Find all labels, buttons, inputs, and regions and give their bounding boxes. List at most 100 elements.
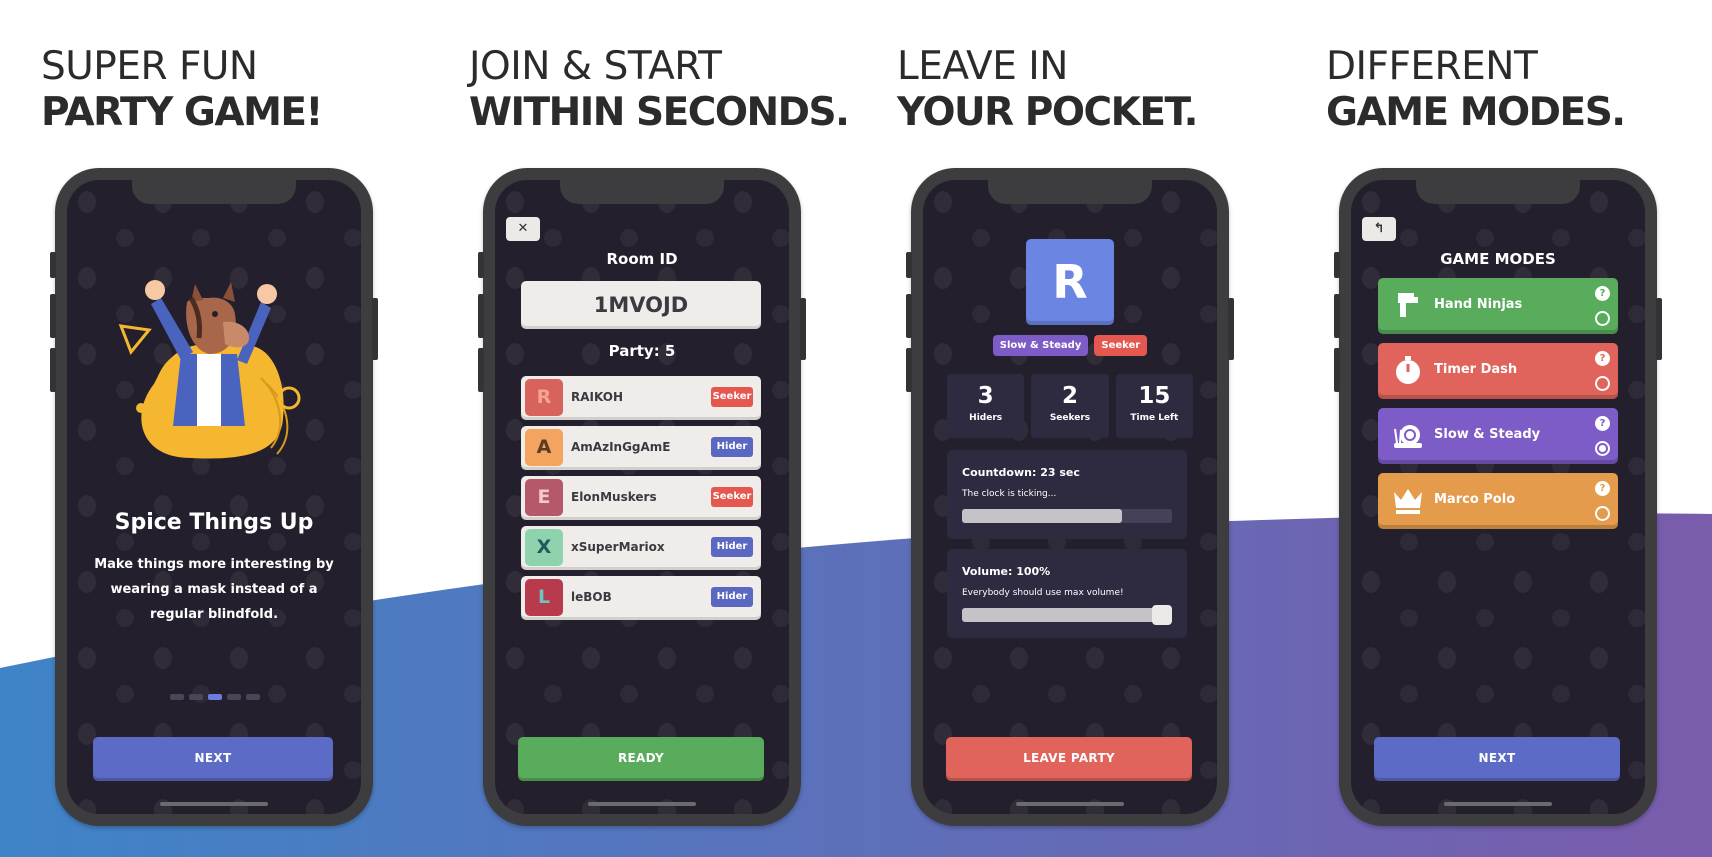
slide-description: Make things more interesting by wearing … [94,557,334,622]
headline: DIFFERENT GAME MODES. [1326,44,1626,136]
page-indicator [170,694,260,700]
countdown-progress-fill [962,509,1122,523]
role-badge: Hider [711,537,753,557]
mode-name: Timer Dash [1434,362,1518,377]
phone-screen: Spice Things Up Make things more interes… [67,180,361,814]
room-id-label: Room ID [606,250,678,268]
player-row[interactable]: L leBOB Hider [521,576,761,620]
role-badge: Seeker [711,487,753,507]
room-id-value: 1MVOJD [521,281,761,329]
headline: LEAVE IN YOUR POCKET. [897,44,1199,136]
panel-join-start: JOIN & START WITHIN SECONDS. ✕ Room ID 1… [428,0,856,857]
role-badge: Seeker [711,387,753,407]
phone-screen: R Slow & Steady Seeker 3 Hiders 2 Seeker… [923,180,1217,814]
player-name: leBOB [571,590,612,604]
player-avatar: L [525,579,563,616]
countdown-subtitle: The clock is ticking... [962,489,1057,499]
player-name: xSuperMariox [571,540,665,554]
mode-tag: Slow & Steady [992,335,1089,356]
leave-party-button[interactable]: LEAVE PARTY [946,737,1192,781]
crown-icon [1394,489,1422,514]
player-name: ElonMuskers [571,490,657,504]
headline-line1: DIFFERENT [1326,44,1538,89]
mode-radio[interactable] [1595,376,1610,391]
headline-line1: JOIN & START [469,44,722,89]
phone-frame: ✕ Room ID 1MVOJD Party: 5 R RAIKOH Seeke… [478,168,806,826]
mode-slow-steady[interactable]: Slow & Steady ? [1378,408,1618,464]
mode-name: Marco Polo [1434,492,1516,507]
help-icon[interactable]: ? [1595,416,1610,431]
countdown-title: Countdown: 23 sec [962,466,1080,479]
player-row[interactable]: A AmAzInGgAmE Hider [521,426,761,470]
player-avatar: A [525,429,563,466]
stat-label: Time Left [1130,413,1179,423]
player-avatar: R [525,379,563,416]
stat-value: 15 [1138,383,1171,409]
mode-radio-selected[interactable] [1595,441,1610,456]
stat-value: 3 [977,383,994,409]
player-row[interactable]: E ElonMuskers Seeker [521,476,761,520]
mode-radio[interactable] [1595,311,1610,326]
mode-radio[interactable] [1595,506,1610,521]
mode-timer-dash[interactable]: Timer Dash ? [1378,343,1618,399]
next-button[interactable]: NEXT [1374,737,1620,781]
home-indicator[interactable] [160,802,268,806]
help-icon[interactable]: ? [1595,351,1610,366]
player-avatar: X [525,529,563,566]
stat-value: 2 [1061,383,1078,409]
volume-slider-handle[interactable] [1152,605,1172,625]
stat-time-left: 15 Time Left [1115,374,1193,438]
volume-title: Volume: 100% [962,565,1051,578]
panel-party-game: SUPER FUN PARTY GAME! Spice Things Up Ma… [0,0,428,857]
page-dot[interactable] [189,694,203,700]
stat-label: Hiders [969,413,1003,423]
headline-line1: SUPER FUN [41,44,258,89]
home-indicator[interactable] [1444,802,1552,806]
volume-subtitle: Everybody should use max volume! [962,588,1124,598]
next-button[interactable]: NEXT [93,737,333,781]
home-indicator[interactable] [1016,802,1124,806]
player-tags: Slow & Steady Seeker [923,335,1217,356]
party-count: Party: 5 [608,342,676,360]
player-row[interactable]: R RAIKOH Seeker [521,376,761,420]
game-mode-list: Hand Ninjas ? Timer Dash ? Slow & Steady… [1378,278,1618,538]
player-row[interactable]: X xSuperMariox Hider [521,526,761,570]
ready-button[interactable]: READY [518,737,764,781]
panel-game-modes: DIFFERENT GAME MODES. ↰ GAME MODES Hand … [1284,0,1712,857]
slide-title: Spice Things Up [114,510,314,535]
role-tag: Seeker [1094,335,1148,356]
help-icon[interactable]: ? [1595,286,1610,301]
hand-pointer-icon [1398,293,1418,317]
close-button[interactable]: ✕ [506,217,540,241]
mode-name: Hand Ninjas [1434,297,1523,312]
headline-line2: GAME MODES. [1326,90,1626,135]
back-button[interactable]: ↰ [1362,217,1396,241]
player-name: RAIKOH [571,390,623,404]
player-avatar: E [525,479,563,516]
headline-line1: LEAVE IN [897,44,1068,89]
page-dot-active[interactable] [208,694,222,700]
role-badge: Hider [711,437,753,457]
game-modes-title: GAME MODES [1440,250,1556,268]
mode-hand-ninjas[interactable]: Hand Ninjas ? [1378,278,1618,334]
page-dot[interactable] [170,694,184,700]
mode-marco-polo[interactable]: Marco Polo ? [1378,473,1618,529]
volume-slider-fill [962,608,1172,622]
phone-frame: R Slow & Steady Seeker 3 Hiders 2 Seeker… [906,168,1234,826]
page-dot[interactable] [246,694,260,700]
role-badge: Hider [711,587,753,607]
home-indicator[interactable] [588,802,696,806]
stats-row: 3 Hiders 2 Seekers 15 Time Left [947,374,1193,438]
phone-screen: ✕ Room ID 1MVOJD Party: 5 R RAIKOH Seeke… [495,180,789,814]
headline-line2: WITHIN SECONDS. [469,90,850,135]
stat-label: Seekers [1049,413,1091,423]
page-dot[interactable] [227,694,241,700]
help-icon[interactable]: ? [1595,481,1610,496]
volume-slider[interactable] [962,605,1172,625]
volume-card: Volume: 100% Everybody should use max vo… [947,549,1187,638]
player-list: R RAIKOH Seeker A AmAzInGgAmE Hider E El… [521,376,761,626]
stat-seekers: 2 Seekers [1031,374,1109,438]
panel-leave-pocket: LEAVE IN YOUR POCKET. R Slow & Steady Se… [856,0,1284,857]
phone-frame: ↰ GAME MODES Hand Ninjas ? Timer Dash ? … [1334,168,1662,826]
mode-name: Slow & Steady [1434,427,1541,442]
